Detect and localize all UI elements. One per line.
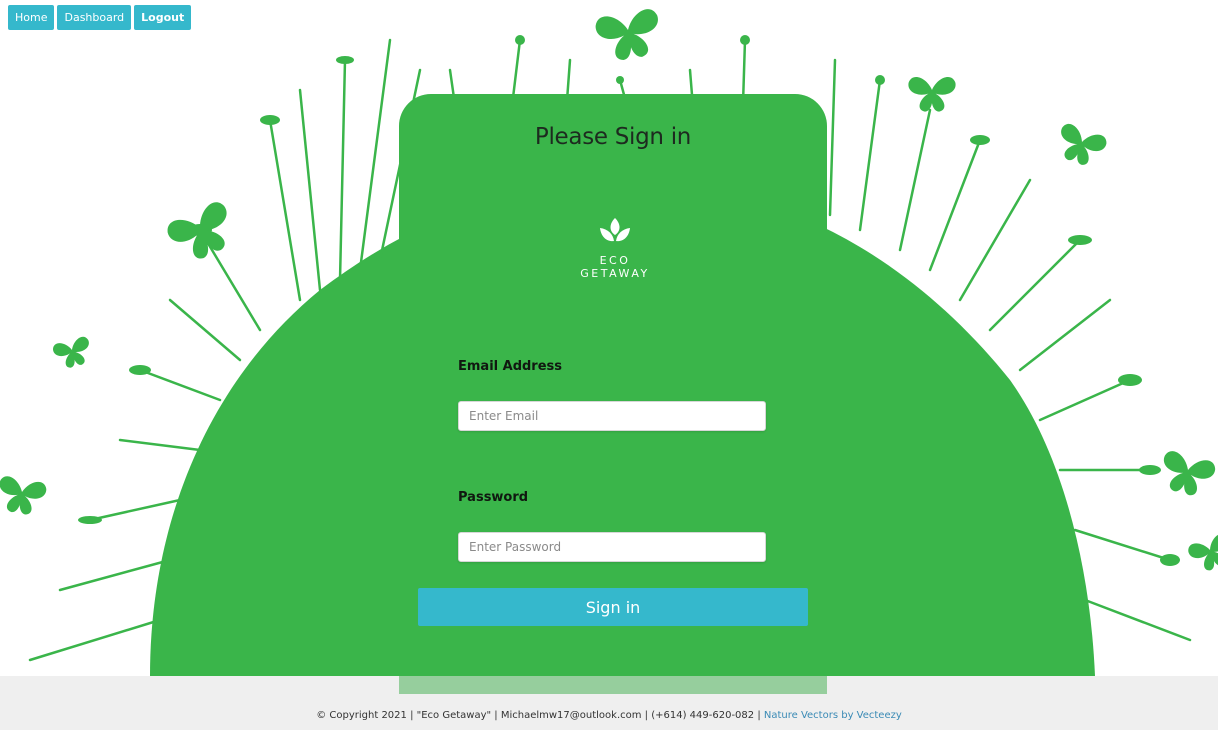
leaf-logo-icon xyxy=(600,218,630,242)
eco-getaway-logo: ECO GETAWAY xyxy=(577,216,653,280)
home-button[interactable]: Home xyxy=(8,5,55,30)
password-label: Password xyxy=(458,490,529,505)
signin-card: Please Sign in ECO GETAWAY Email Address… xyxy=(399,94,827,694)
logout-button[interactable]: Logout xyxy=(134,5,192,30)
signin-button[interactable]: Sign in xyxy=(418,588,808,626)
page-title: Please Sign in xyxy=(534,124,692,150)
password-input[interactable] xyxy=(458,532,766,562)
footer-text-container: © Copyright 2021 | "Eco Getaway" | Micha… xyxy=(0,710,1218,721)
vecteezy-link[interactable]: Nature Vectors by Vecteezy xyxy=(764,710,902,721)
top-nav: Home Dashboard Logout xyxy=(8,5,192,30)
dashboard-button[interactable]: Dashboard xyxy=(57,5,132,30)
footer-copyright: © Copyright 2021 | "Eco Getaway" | Micha… xyxy=(316,710,764,721)
email-label: Email Address xyxy=(458,359,563,374)
footer: © Copyright 2021 | "Eco Getaway" | Micha… xyxy=(0,676,1218,730)
email-input[interactable] xyxy=(458,401,766,431)
logo-text-line1: ECO xyxy=(599,254,631,267)
logo-text-line2: GETAWAY xyxy=(580,267,650,280)
